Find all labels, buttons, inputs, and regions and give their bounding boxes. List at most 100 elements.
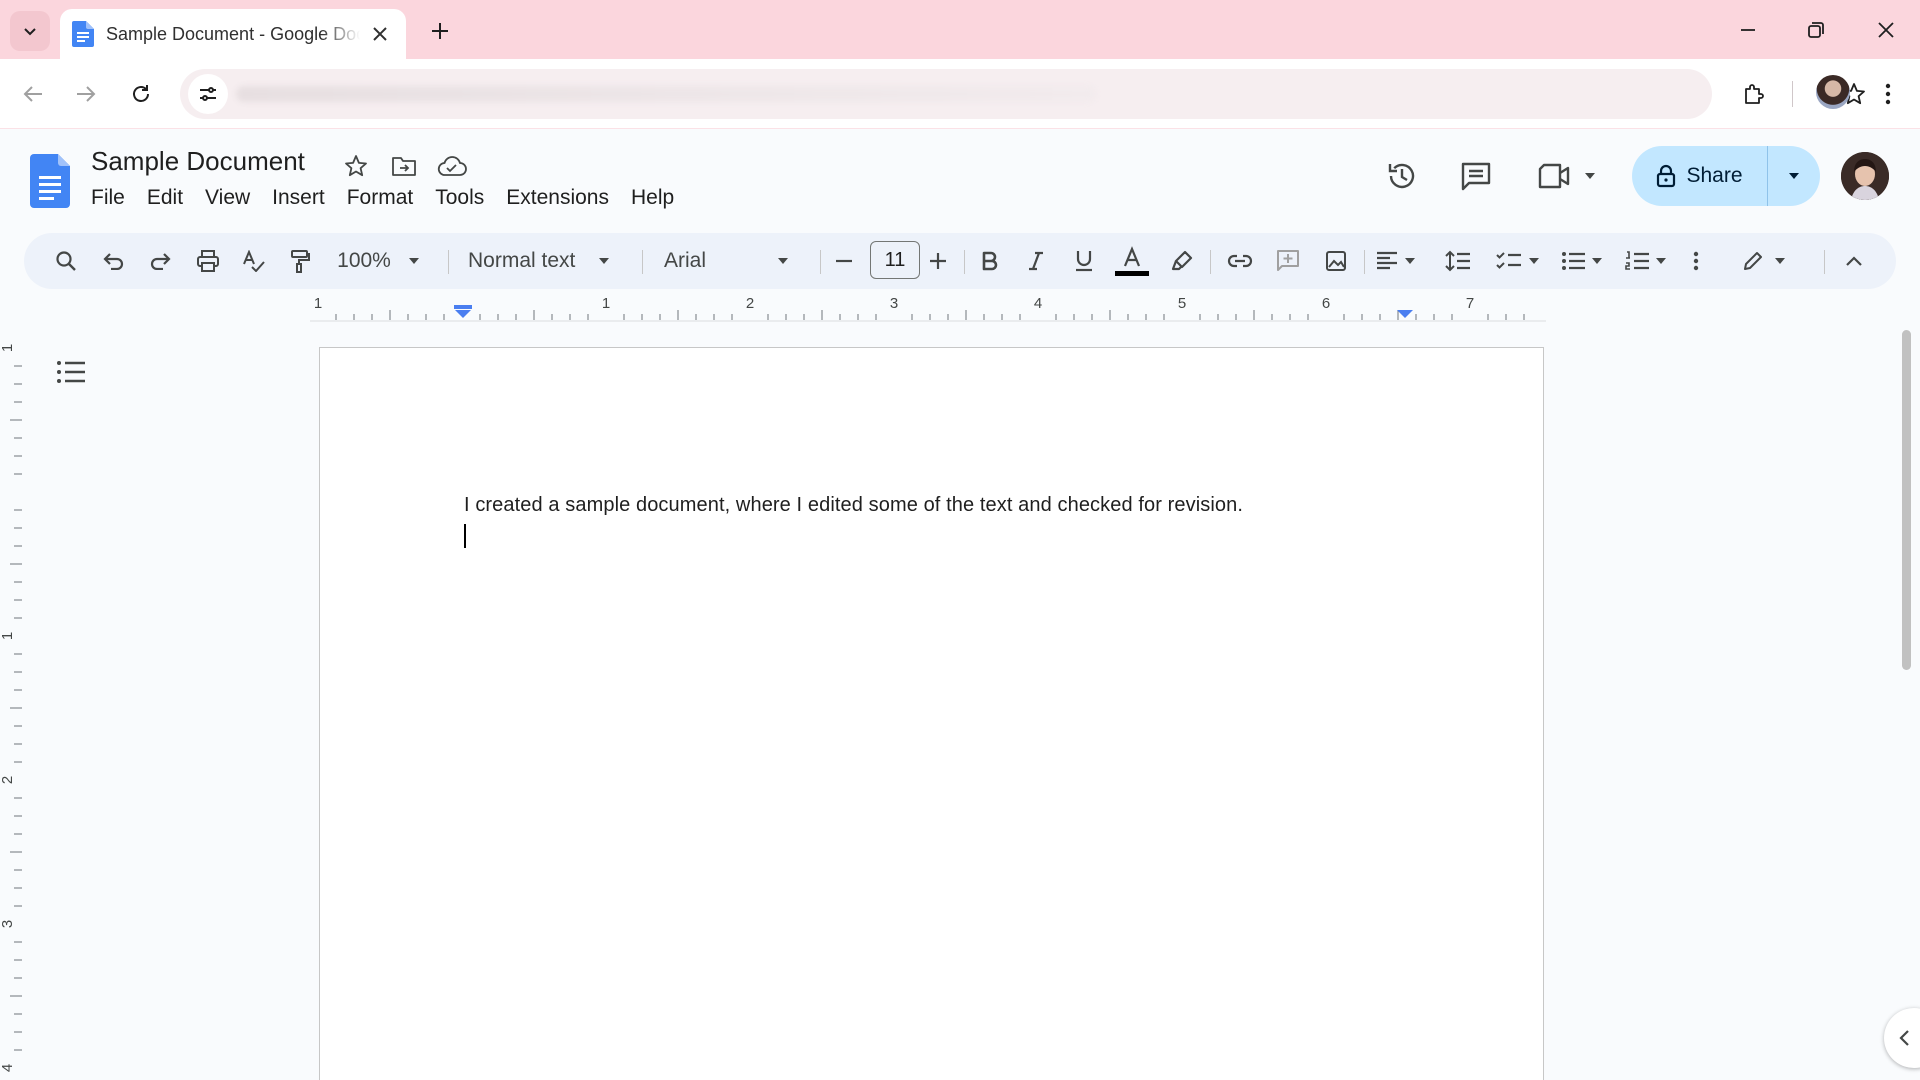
restore-button[interactable] [1788,8,1844,52]
address-bar[interactable] [180,69,1865,119]
editing-mode-button[interactable] [1734,241,1794,281]
browser-profile-avatar[interactable] [1816,75,1850,109]
ruler-label: 2 [746,296,754,312]
vertical-scrollbar[interactable] [1902,330,1911,670]
comments-button[interactable] [1452,152,1500,200]
tab-search-button[interactable] [10,11,50,51]
minimize-button[interactable] [1720,8,1776,52]
docs-menubar: File Edit View Insert Format Tools Exten… [80,184,685,212]
history-icon [1388,163,1415,189]
menu-view[interactable]: View [194,184,261,212]
new-tab-button[interactable] [422,13,458,49]
browser-menu-button[interactable] [1868,74,1908,114]
align-button[interactable] [1370,241,1422,281]
extensions-button[interactable] [1734,74,1774,114]
document-page[interactable]: I created a sample document, where I edi… [319,347,1544,1080]
close-window-button[interactable] [1858,8,1914,52]
version-history-button[interactable] [1378,152,1426,200]
star-button[interactable] [340,150,372,182]
menu-insert[interactable]: Insert [261,184,336,212]
menu-edit[interactable]: Edit [136,184,194,212]
add-comment-button[interactable] [1268,241,1308,281]
close-icon [373,27,387,41]
insert-image-button[interactable] [1316,241,1356,281]
menu-extensions[interactable]: Extensions [495,184,620,212]
back-button[interactable] [13,74,53,114]
browser-tab-active[interactable]: Sample Document - Google Docs [60,9,406,59]
reload-button[interactable] [121,74,161,114]
paint-format-button[interactable] [280,241,320,281]
font-size-input[interactable]: 11 [870,241,920,279]
search-menus-button[interactable] [46,241,86,281]
document-status-button[interactable] [436,150,468,182]
highlight-color-button[interactable] [1162,241,1202,281]
side-panel-toggle[interactable] [1884,1008,1920,1068]
document-body-text[interactable]: I created a sample document, where I edi… [464,494,1243,517]
menu-format[interactable]: Format [336,184,425,212]
share-label: Share [1686,164,1743,187]
chevron-down-icon [24,28,36,36]
tab-close-button[interactable] [368,22,392,46]
restore-icon [1808,22,1824,38]
link-icon [1227,254,1253,268]
docs-logo-icon[interactable] [30,154,70,208]
font-family-select[interactable]: Arial [656,241,808,281]
google-docs-favicon-icon [72,21,94,47]
move-button[interactable] [388,150,420,182]
line-spacing-button[interactable] [1438,241,1478,281]
account-avatar[interactable] [1841,152,1889,200]
tab-title: Sample Document - Google Docs [106,23,360,44]
share-options-button[interactable] [1768,146,1820,206]
zoom-value: 100% [337,249,391,272]
site-info-button[interactable] [188,74,228,114]
toolbar-separator [820,250,821,274]
print-button[interactable] [188,241,228,281]
zoom-select[interactable]: 100% [330,241,428,281]
horizontal-ruler[interactable]: 1 1 2 3 4 5 6 7 [310,296,1546,322]
insert-link-button[interactable] [1220,241,1260,281]
plus-icon [432,23,448,39]
undo-button[interactable] [94,241,134,281]
bold-button[interactable] [970,241,1010,281]
share-group: Share [1632,146,1820,206]
comment-icon [1461,162,1491,191]
menu-tools[interactable]: Tools [424,184,495,212]
forward-button[interactable] [66,74,106,114]
star-outline-icon [345,155,367,177]
redo-button[interactable] [140,241,180,281]
ruler-label: 1 [602,296,610,312]
url-text-blurred [236,86,1096,102]
more-tools-button[interactable] [1678,241,1714,281]
decrease-font-size-button[interactable] [824,241,864,281]
close-icon [1878,22,1894,38]
font-family-value: Arial [664,249,707,272]
ruler-label: 1 [314,296,322,312]
bold-icon [982,251,998,271]
numbered-list-button[interactable] [1618,241,1674,281]
paragraph-style-value: Normal text [468,249,576,272]
numbered-list-icon [1625,251,1649,270]
underline-icon [1076,251,1092,272]
increase-font-size-button[interactable] [918,241,958,281]
share-button[interactable]: Share [1632,146,1768,206]
paragraph-style-select[interactable]: Normal text [460,241,640,281]
document-outline-button[interactable] [56,352,86,392]
document-title[interactable]: Sample Document [91,146,305,177]
caret-down-icon [1789,173,1799,179]
hide-menus-button[interactable] [1834,241,1874,281]
more-vert-icon [1885,83,1891,105]
meet-button[interactable] [1532,152,1602,200]
toolbar-separator [964,250,965,274]
vertical-ruler[interactable]: 1 1 2 3 4 [0,324,24,1080]
checklist-button[interactable] [1490,241,1546,281]
text-color-button[interactable] [1112,241,1152,281]
bulleted-list-button[interactable] [1554,241,1610,281]
print-icon [197,250,219,272]
menu-help[interactable]: Help [620,184,685,212]
caret-down-icon [1585,173,1595,179]
italic-button[interactable] [1016,241,1056,281]
spellcheck-button[interactable] [234,241,274,281]
lock-icon [1657,164,1676,188]
underline-button[interactable] [1064,241,1104,281]
menu-file[interactable]: File [80,184,136,212]
